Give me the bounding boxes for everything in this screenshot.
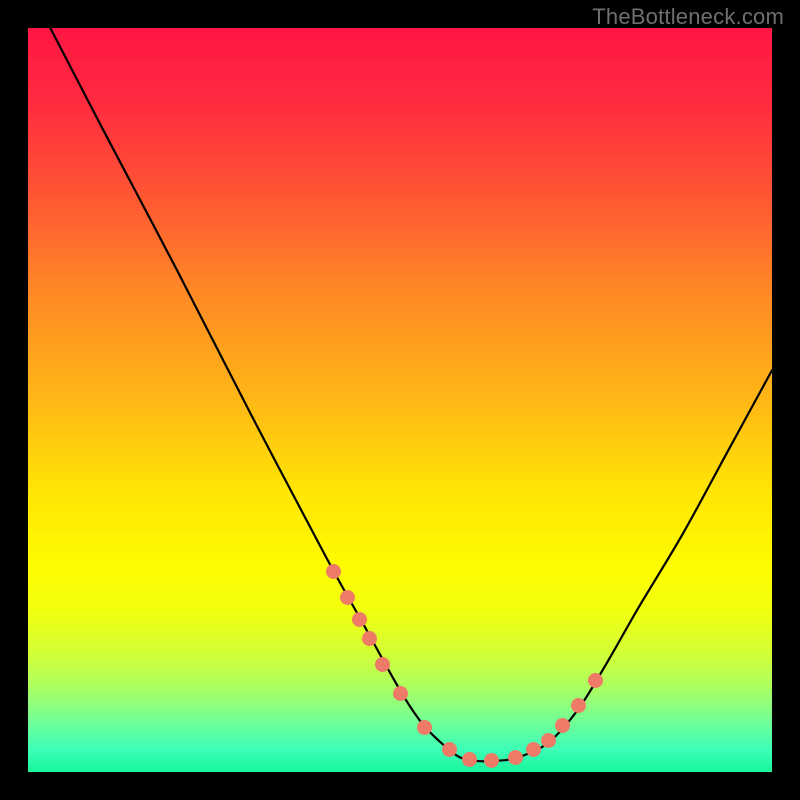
markers-layer bbox=[28, 28, 772, 772]
highlight-marker bbox=[442, 742, 457, 757]
highlight-marker bbox=[462, 752, 477, 767]
highlight-marker bbox=[352, 612, 367, 627]
highlight-marker bbox=[484, 753, 499, 768]
highlight-marker bbox=[417, 720, 432, 735]
highlight-marker bbox=[362, 631, 377, 646]
highlight-marker bbox=[375, 657, 390, 672]
highlight-marker bbox=[588, 673, 603, 688]
highlight-marker bbox=[393, 686, 408, 701]
plot-area bbox=[28, 28, 772, 772]
highlight-marker bbox=[555, 718, 570, 733]
highlight-marker bbox=[541, 733, 556, 748]
watermark-text: TheBottleneck.com bbox=[592, 4, 784, 30]
highlight-marker bbox=[326, 564, 341, 579]
highlight-marker bbox=[508, 750, 523, 765]
highlight-marker bbox=[526, 742, 541, 757]
outer-frame: TheBottleneck.com bbox=[0, 0, 800, 800]
highlight-marker bbox=[340, 590, 355, 605]
highlight-marker bbox=[571, 698, 586, 713]
